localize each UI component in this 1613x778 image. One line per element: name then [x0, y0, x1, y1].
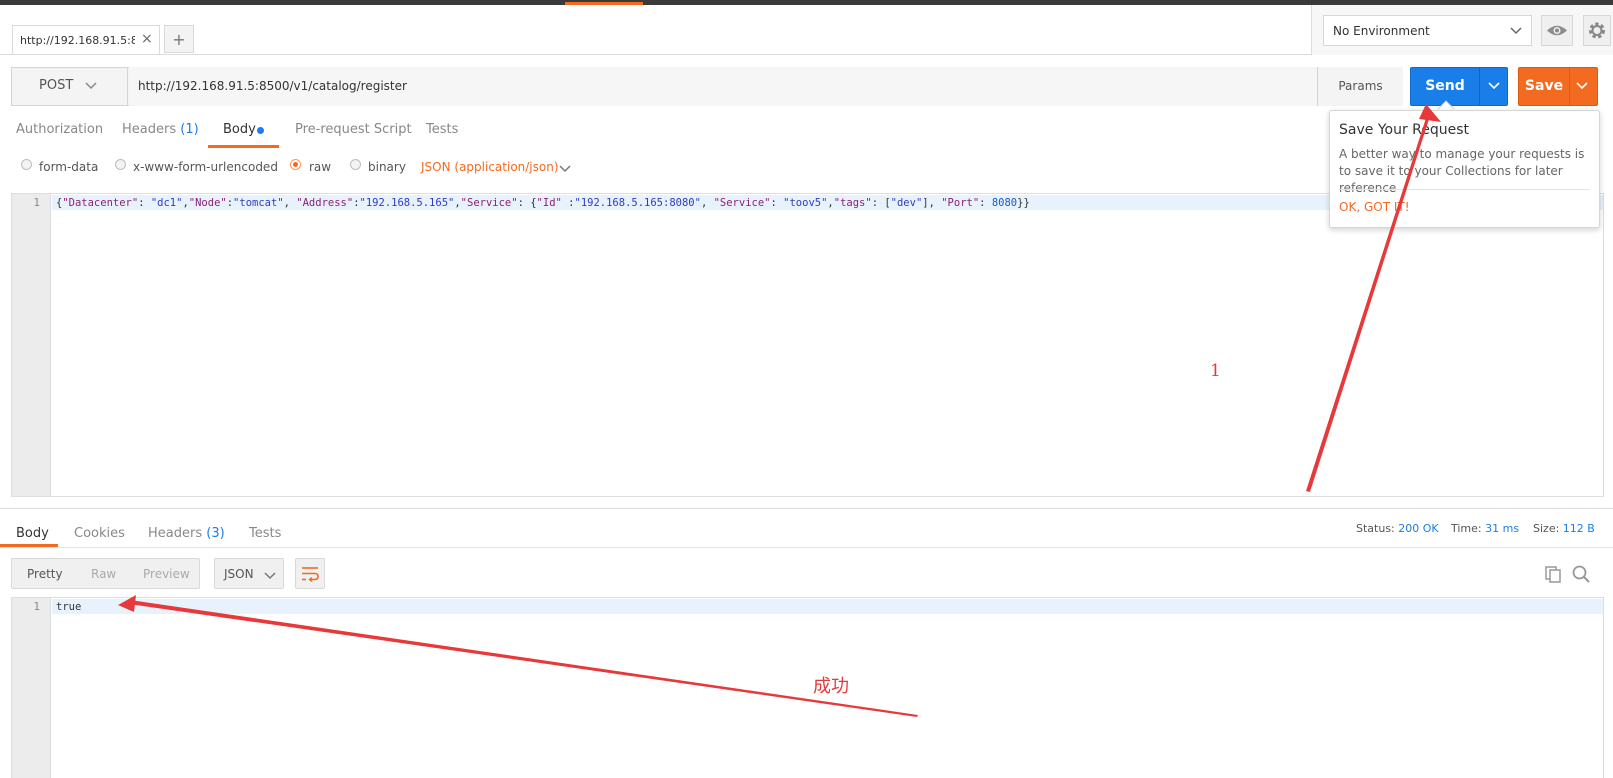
active-line-highlight: [52, 599, 1603, 614]
response-time: Time: 31 ms: [1451, 522, 1519, 535]
size-value: 112 B: [1562, 522, 1595, 535]
radio-urlencoded[interactable]: [115, 159, 126, 170]
response-view-toggle: Pretty Raw Preview: [11, 558, 200, 589]
tab-strip-divider: [0, 54, 1320, 55]
response-body-viewer[interactable]: 1 true: [11, 597, 1604, 778]
response-language-select[interactable]: JSON: [214, 558, 284, 589]
environment-select[interactable]: No Environment: [1323, 15, 1532, 46]
url-input[interactable]: http://192.168.91.5:8500/v1/catalog/regi…: [129, 67, 1317, 106]
chevron-down-icon: [264, 572, 276, 580]
tab-body[interactable]: Body: [223, 122, 256, 137]
status-value: 200 OK: [1398, 522, 1439, 535]
tab-headers-count: (1): [180, 122, 199, 137]
request-body-editor[interactable]: 1 {"Datacenter": "dc1","Node":"tomcat", …: [11, 193, 1604, 497]
save-divider: [1569, 68, 1570, 105]
gear-icon: [1589, 22, 1605, 39]
radio-raw-label[interactable]: raw: [309, 160, 331, 174]
response-size: Size: 112 B: [1533, 522, 1595, 535]
close-tab-icon[interactable]: ×: [141, 31, 153, 47]
status-label: Status:: [1356, 522, 1395, 535]
editor-gutter: [12, 194, 51, 496]
response-tabs-divider: [0, 547, 1613, 548]
line-number: 1: [33, 600, 40, 613]
send-divider: [1479, 68, 1480, 105]
tab-pre-request-script[interactable]: Pre-request Script: [295, 122, 412, 137]
popover-ok-button[interactable]: OK, GOT IT!: [1339, 200, 1410, 214]
response-tab-headers[interactable]: Headers (3): [148, 526, 225, 541]
size-label: Size:: [1533, 522, 1560, 535]
url-value: http://192.168.91.5:8500/v1/catalog/regi…: [138, 79, 407, 93]
content-type-select[interactable]: JSON (application/json): [421, 160, 559, 174]
method-select[interactable]: POST: [11, 67, 128, 106]
response-status: Status: 200 OK: [1356, 522, 1439, 535]
radio-binary[interactable]: [350, 159, 361, 170]
chevron-down-icon: [1510, 27, 1522, 35]
editor-gutter: [12, 598, 51, 778]
radio-form-data[interactable]: [21, 159, 32, 170]
request-body-code: {"Datacenter": "dc1","Node":"tomcat", "A…: [56, 197, 1030, 209]
manage-environments-button[interactable]: [1583, 15, 1611, 46]
title-bar-accent: [565, 2, 643, 5]
radio-raw[interactable]: [290, 159, 301, 170]
chevron-down-icon[interactable]: [1487, 77, 1501, 93]
chevron-down-icon: [85, 82, 97, 90]
params-button[interactable]: Params: [1317, 67, 1403, 106]
request-response-divider[interactable]: [0, 508, 1613, 509]
save-label: Save: [1524, 78, 1564, 94]
annotation-label-2: 成功: [813, 676, 849, 697]
eye-icon: [1547, 25, 1567, 36]
body-modified-dot: [257, 127, 264, 134]
chevron-down-icon[interactable]: [1575, 77, 1589, 93]
popover-title: Save Your Request: [1339, 122, 1470, 138]
view-pretty-button[interactable]: Pretty: [27, 567, 63, 581]
response-language-value: JSON: [224, 567, 254, 581]
params-label: Params: [1338, 79, 1383, 93]
send-button[interactable]: Send: [1410, 67, 1508, 106]
time-label: Time:: [1451, 522, 1482, 535]
send-label: Send: [1425, 78, 1465, 94]
new-tab-button[interactable]: +: [164, 25, 194, 53]
copy-icon[interactable]: [1543, 564, 1563, 584]
radio-form-data-label[interactable]: form-data: [39, 160, 98, 174]
time-value: 31 ms: [1485, 522, 1520, 535]
radio-binary-label[interactable]: binary: [368, 160, 406, 174]
response-tab-tests[interactable]: Tests: [249, 526, 281, 541]
wrap-lines-button[interactable]: [295, 558, 325, 589]
wrap-lines-icon: [302, 567, 319, 583]
tab-headers[interactable]: Headers (1): [122, 122, 199, 137]
search-icon[interactable]: [1571, 564, 1591, 584]
response-tab-headers-count: (3): [206, 526, 225, 541]
environment-select-value: No Environment: [1333, 24, 1430, 38]
response-tab-body[interactable]: Body: [16, 526, 49, 541]
request-tab[interactable]: http://192.168.91.5:85 ×: [12, 25, 160, 55]
view-preview-button[interactable]: Preview: [143, 567, 190, 581]
response-body-code: true: [56, 601, 82, 613]
annotation-label-1: 1: [1210, 361, 1221, 381]
environment-quick-look-button[interactable]: [1541, 15, 1573, 46]
active-tab-underline: [208, 145, 279, 148]
tab-tests[interactable]: Tests: [426, 122, 458, 137]
method-value: POST: [39, 78, 74, 93]
tab-authorization[interactable]: Authorization: [16, 122, 103, 137]
popover-divider: [1339, 189, 1589, 190]
tab-headers-label: Headers: [122, 122, 177, 137]
save-button[interactable]: Save: [1518, 67, 1598, 106]
request-tab-title: http://192.168.91.5:85: [20, 34, 135, 47]
line-number: 1: [33, 196, 40, 209]
view-raw-button[interactable]: Raw: [91, 567, 116, 581]
response-tab-cookies[interactable]: Cookies: [74, 526, 125, 541]
chevron-down-icon[interactable]: [558, 160, 572, 176]
radio-urlencoded-label[interactable]: x-www-form-urlencoded: [133, 160, 278, 174]
response-tab-headers-label: Headers: [148, 526, 203, 541]
